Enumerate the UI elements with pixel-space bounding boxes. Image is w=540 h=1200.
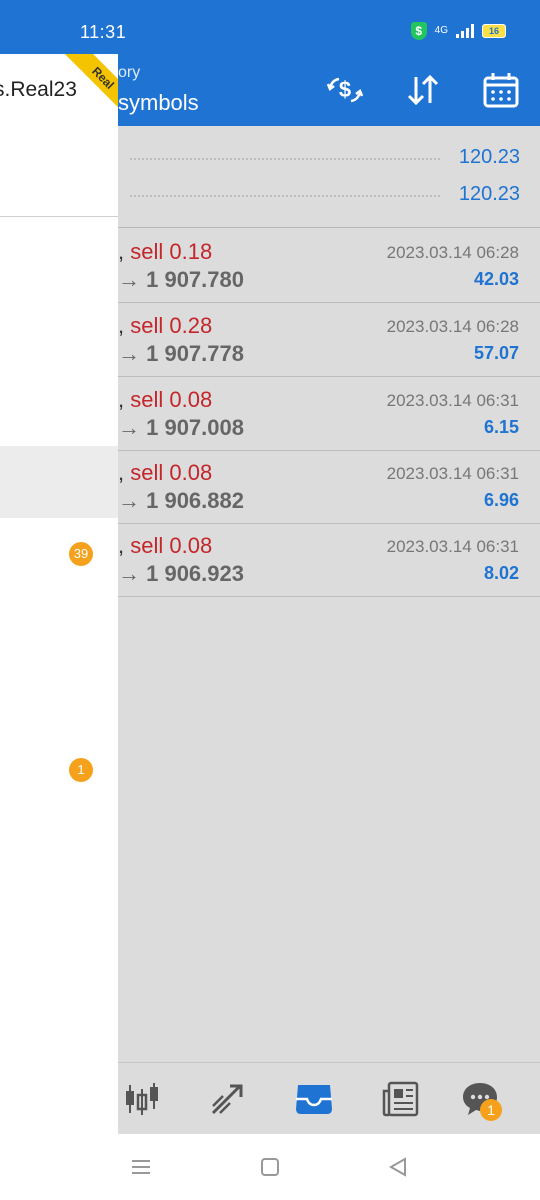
trade-price: → 1 906.882 — [118, 488, 244, 513]
back-button[interactable] — [383, 1152, 413, 1182]
shield-icon: $ — [410, 22, 427, 40]
drawer-badge: 39 — [69, 542, 93, 566]
account-name[interactable]: s.Real23 — [0, 78, 77, 102]
inbox-history-icon — [296, 1085, 332, 1114]
trade-profit: 6.15 — [483, 417, 519, 437]
trade-action: sell 0.08 — [130, 387, 213, 412]
sort-button[interactable] — [402, 70, 444, 110]
status-bar: 11:31 $ 4G 16 — [0, 0, 540, 54]
trade-action: sell 0.28 — [130, 313, 213, 338]
trade-price: → 1 906.923 — [118, 561, 244, 586]
summary-value: 120.23 — [458, 183, 520, 205]
trade-price: → 1 907.780 — [118, 267, 244, 292]
trade-icon — [211, 1084, 243, 1115]
status-icons: $ 4G 16 — [410, 22, 506, 40]
drawer-item-selected[interactable] — [0, 446, 118, 518]
header-title: symbols — [118, 90, 199, 115]
home-button[interactable] — [255, 1152, 285, 1182]
drawer-badge: 1 — [69, 758, 93, 782]
trade-timestamp: 2023.03.14 06:28 — [386, 317, 519, 336]
svg-text:$: $ — [339, 77, 351, 102]
trade-price: → 1 907.008 — [118, 415, 244, 440]
candlestick-icon — [126, 1083, 158, 1115]
divider — [118, 227, 540, 228]
trade-profit: 6.96 — [483, 490, 519, 510]
battery-icon: 16 — [482, 24, 506, 38]
summary-row: 120.23 — [118, 177, 540, 213]
nav-chat[interactable]: 1 — [456, 1075, 504, 1123]
trade-price: → 1 907.778 — [118, 341, 244, 366]
sort-icon — [407, 74, 439, 106]
recent-apps-button[interactable] — [126, 1152, 156, 1182]
trade-row[interactable]: , sell 0.08 → 1 907.008 2023.03.14 06:31… — [118, 377, 540, 451]
trade-row[interactable]: , sell 0.28 → 1 907.778 2023.03.14 06:28… — [118, 303, 540, 377]
news-icon — [382, 1081, 419, 1117]
trade-timestamp: 2023.03.14 06:31 — [386, 537, 519, 556]
home-square-icon — [261, 1158, 279, 1176]
system-nav-bar — [0, 1134, 540, 1200]
trade-row[interactable]: , sell 0.08 → 1 906.923 2023.03.14 06:31… — [118, 523, 540, 597]
chat-badge: 1 — [480, 1099, 502, 1121]
trade-action: sell 0.18 — [130, 239, 213, 264]
nav-quotes[interactable] — [118, 1075, 166, 1123]
calendar-icon — [483, 73, 519, 108]
drawer-divider — [0, 216, 118, 217]
nav-news[interactable] — [376, 1075, 424, 1123]
trade-timestamp: 2023.03.14 06:31 — [386, 391, 519, 410]
header-subtitle: ory — [118, 64, 141, 81]
currency-exchange-button[interactable]: $ — [324, 70, 366, 110]
back-triangle-icon — [388, 1157, 406, 1177]
summary-row: 120.23 — [118, 140, 540, 176]
trade-row[interactable]: , sell 0.18 → 1 907.780 2023.03.14 06:28… — [118, 229, 540, 303]
network-label: 4G — [434, 25, 448, 36]
trade-profit: 8.02 — [483, 563, 519, 583]
trade-action: sell 0.08 — [130, 460, 213, 485]
nav-history[interactable] — [290, 1075, 338, 1123]
currency-exchange-icon: $ — [326, 77, 364, 103]
navigation-drawer[interactable]: s.Real23 Real 39 1 — [0, 54, 118, 1134]
menu-icon — [132, 1160, 150, 1174]
trade-profit: 57.07 — [473, 343, 519, 363]
signal-icon — [456, 24, 474, 38]
trade-timestamp: 2023.03.14 06:31 — [386, 464, 519, 483]
summary-value: 120.23 — [458, 146, 520, 168]
trade-row[interactable]: , sell 0.08 → 1 906.882 2023.03.14 06:31… — [118, 450, 540, 524]
calendar-button[interactable] — [480, 70, 522, 110]
nav-trade[interactable] — [204, 1075, 252, 1123]
trade-action: sell 0.08 — [130, 533, 213, 558]
trade-timestamp: 2023.03.14 06:28 — [386, 243, 519, 262]
status-time: 11:31 — [80, 22, 127, 42]
trade-profit: 42.03 — [473, 269, 519, 289]
